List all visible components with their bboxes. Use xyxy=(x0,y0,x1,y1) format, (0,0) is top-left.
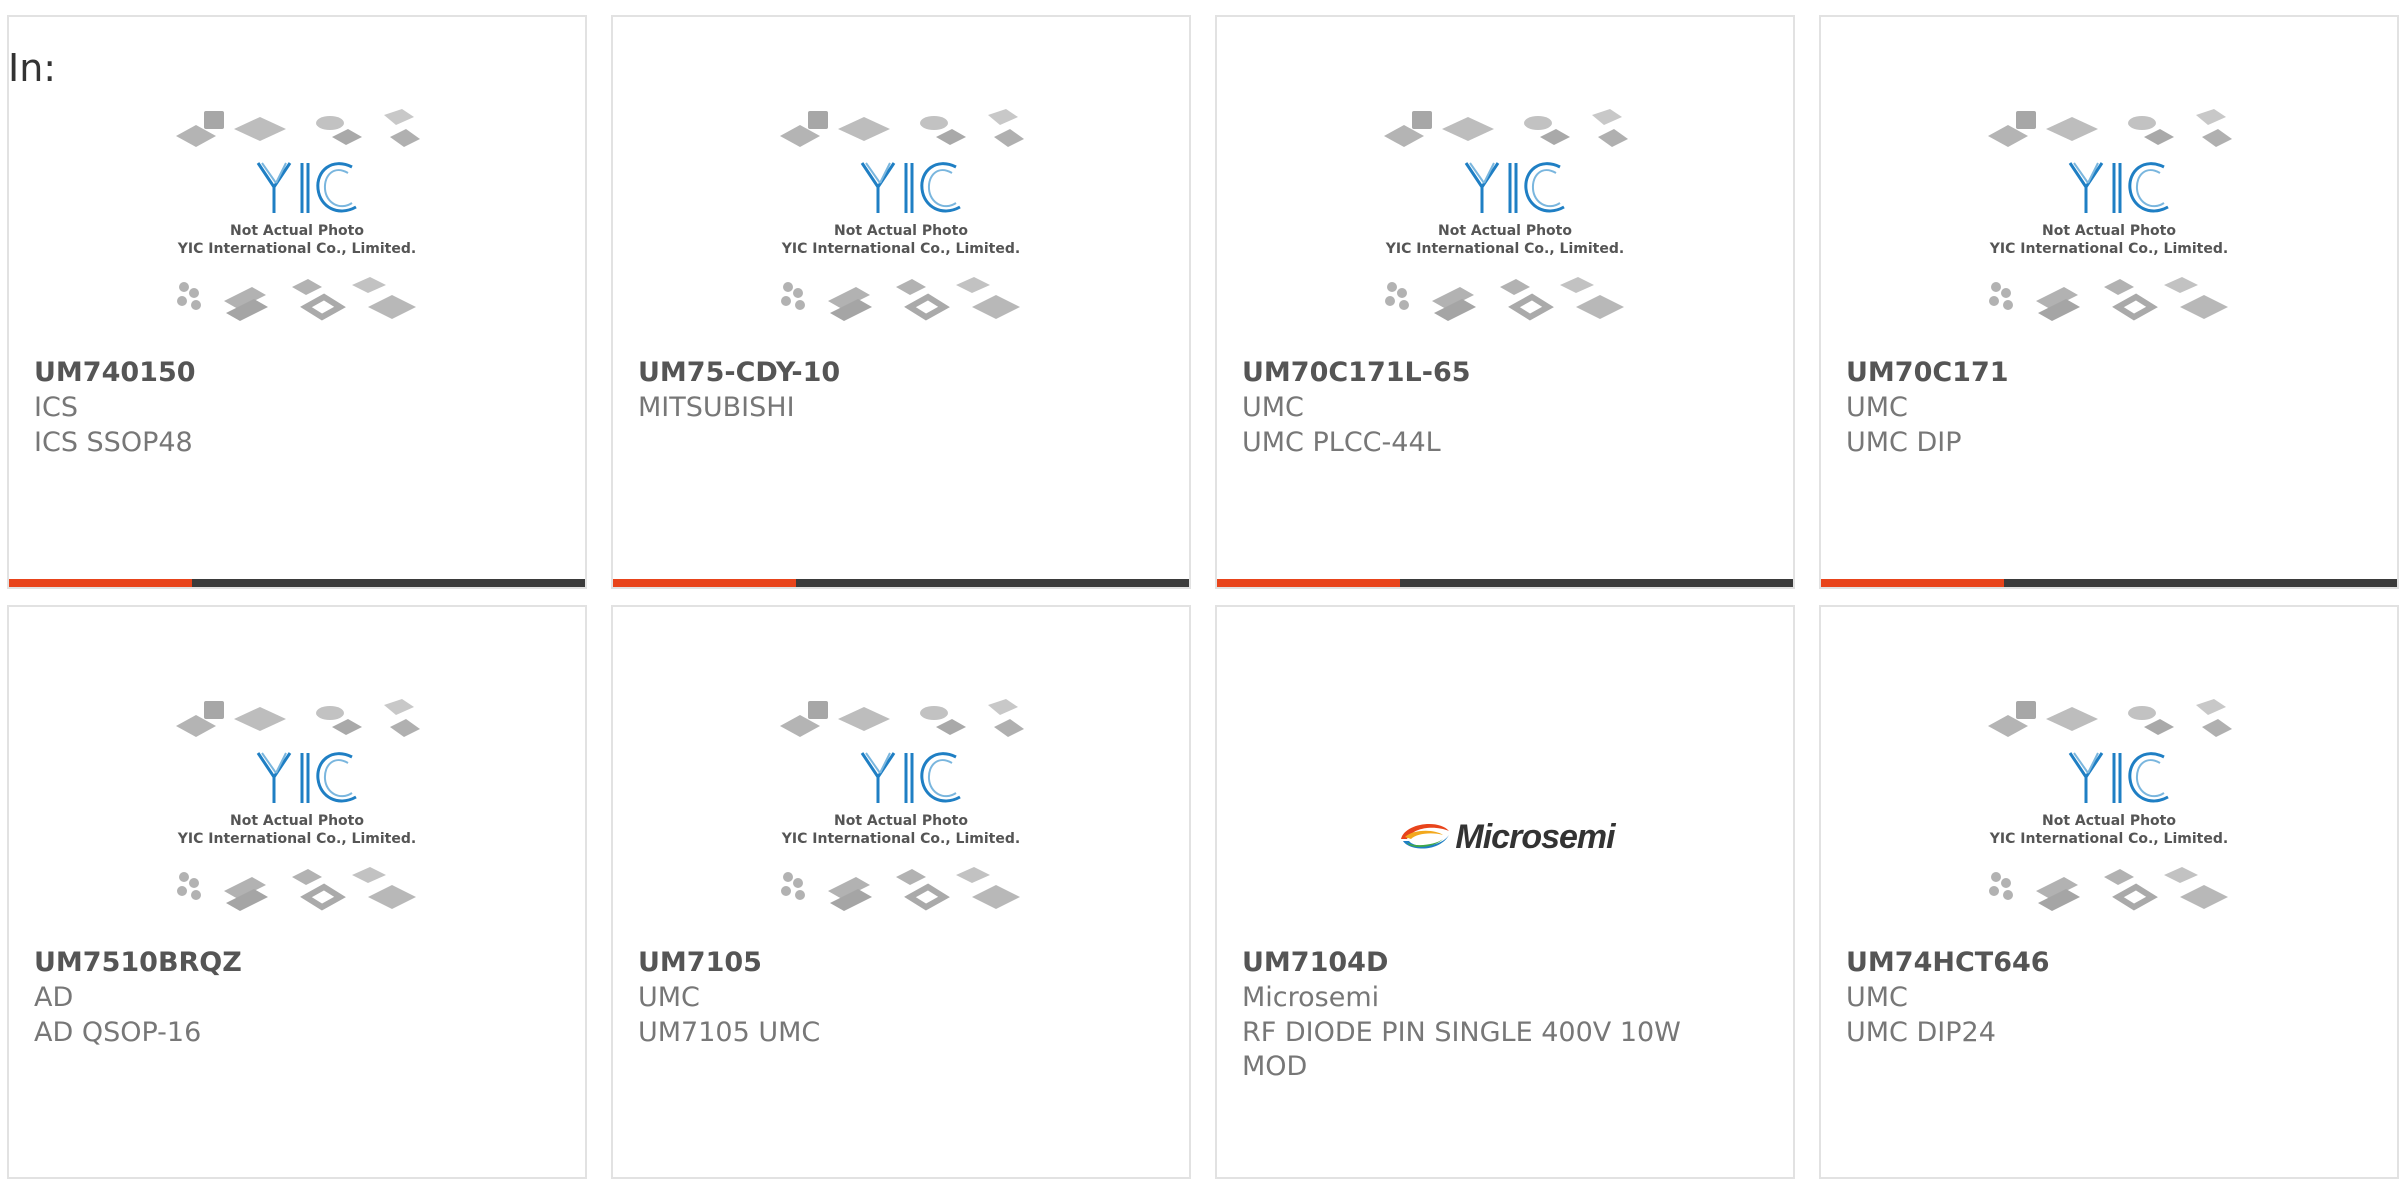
part-number[interactable]: UM7510BRQZ xyxy=(34,947,242,978)
manufacturer: ICS xyxy=(34,392,78,423)
product-card[interactable]: Microsemi UM7104D Microsemi RF DIODE PIN… xyxy=(1215,605,1795,1179)
description: AD QSOP-16 xyxy=(34,1017,202,1048)
part-number[interactable]: UM7104D xyxy=(1242,947,1388,978)
placeholder-caption: Not Actual Photo xyxy=(2042,223,2176,239)
card-bar xyxy=(9,579,585,587)
yic-placeholder-icon: Not Actual Photo YIC International Co., … xyxy=(176,109,420,321)
microsemi-logo-text: Microsemi xyxy=(1455,817,1615,856)
product-photo[interactable]: Not Actual Photo YIC International Co., … xyxy=(1217,101,1793,361)
manufacturer: UMC xyxy=(638,982,700,1013)
product-card[interactable]: Not Actual Photo YIC International Co., … xyxy=(1819,15,2399,589)
product-card[interactable]: Not Actual Photo YIC International Co., … xyxy=(7,15,587,589)
card-bar-accent xyxy=(613,579,796,587)
manufacturer: UMC xyxy=(1846,982,1908,1013)
card-bar xyxy=(613,579,1189,587)
product-photo[interactable]: Not Actual Photo YIC International Co., … xyxy=(613,101,1189,361)
placeholder-company: YIC International Co., Limited. xyxy=(177,831,416,847)
manufacturer: Microsemi xyxy=(1242,982,1380,1013)
manufacturer: AD xyxy=(34,982,74,1013)
description: UMC DIP xyxy=(1846,427,1962,458)
description: UM7105 UMC xyxy=(638,1017,821,1048)
product-photo[interactable]: Not Actual Photo YIC International Co., … xyxy=(9,691,585,951)
card-bar xyxy=(1217,579,1793,587)
placeholder-company: YIC International Co., Limited. xyxy=(1989,241,2228,257)
placeholder-company: YIC International Co., Limited. xyxy=(177,241,416,257)
yic-placeholder-icon: Not Actual Photo YIC International Co., … xyxy=(1988,699,2232,911)
card-bar-accent xyxy=(9,579,192,587)
placeholder-caption: Not Actual Photo xyxy=(230,813,364,829)
in-label: In: xyxy=(8,46,57,90)
microsemi-logo-icon xyxy=(1401,824,1450,849)
placeholder-company: YIC International Co., Limited. xyxy=(1989,831,2228,847)
product-card[interactable]: Not Actual Photo YIC International Co., … xyxy=(1819,605,2399,1179)
yic-placeholder-icon: Not Actual Photo YIC International Co., … xyxy=(176,699,420,911)
part-number[interactable]: UM740150 xyxy=(34,357,196,388)
product-card[interactable]: Not Actual Photo YIC International Co., … xyxy=(1215,15,1795,589)
product-photo[interactable]: Not Actual Photo YIC International Co., … xyxy=(1821,101,2397,361)
product-card[interactable]: Not Actual Photo YIC International Co., … xyxy=(7,605,587,1179)
placeholder-caption: Not Actual Photo xyxy=(1438,223,1572,239)
card-bar-accent xyxy=(1217,579,1400,587)
yic-placeholder-icon: Not Actual Photo YIC International Co., … xyxy=(1384,109,1628,321)
placeholder-company: YIC International Co., Limited. xyxy=(781,831,1020,847)
yic-placeholder-icon: Not Actual Photo YIC International Co., … xyxy=(780,699,1024,911)
manufacturer: UMC xyxy=(1846,392,1908,423)
part-number[interactable]: UM70C171 xyxy=(1846,357,2009,388)
part-number[interactable]: UM7105 xyxy=(638,947,762,978)
product-photo[interactable]: Not Actual Photo YIC International Co., … xyxy=(9,101,585,361)
placeholder-caption: Not Actual Photo xyxy=(230,223,364,239)
placeholder-company: YIC International Co., Limited. xyxy=(781,241,1020,257)
card-bar xyxy=(1821,579,2397,587)
product-card[interactable]: Not Actual Photo YIC International Co., … xyxy=(611,15,1191,589)
part-number[interactable]: UM75-CDY-10 xyxy=(638,357,840,388)
description: ICS SSOP48 xyxy=(34,427,193,458)
product-grid: Not Actual Photo YIC International Co., … xyxy=(0,0,2400,1179)
placeholder-caption: Not Actual Photo xyxy=(834,813,968,829)
product-card[interactable]: Not Actual Photo YIC International Co., … xyxy=(611,605,1191,1179)
yic-placeholder-icon: Not Actual Photo YIC International Co., … xyxy=(1988,109,2232,321)
card-bar-accent xyxy=(1821,579,2004,587)
placeholder-caption: Not Actual Photo xyxy=(834,223,968,239)
manufacturer: UMC xyxy=(1242,392,1304,423)
product-photo[interactable]: Not Actual Photo YIC International Co., … xyxy=(613,691,1189,951)
description: UMC PLCC-44L xyxy=(1242,427,1441,458)
placeholder-company: YIC International Co., Limited. xyxy=(1385,241,1624,257)
yic-placeholder-icon: Not Actual Photo YIC International Co., … xyxy=(780,109,1024,321)
manufacturer-logo[interactable]: Microsemi xyxy=(1217,737,1793,937)
description: UMC DIP24 xyxy=(1846,1017,1996,1048)
manufacturer: MITSUBISHI xyxy=(638,392,795,423)
part-number[interactable]: UM74HCT646 xyxy=(1846,947,2050,978)
description: RF DIODE PIN SINGLE 400V 10W MOD xyxy=(1242,1017,1681,1082)
part-number[interactable]: UM70C171L-65 xyxy=(1242,357,1471,388)
placeholder-caption: Not Actual Photo xyxy=(2042,813,2176,829)
product-photo[interactable]: Not Actual Photo YIC International Co., … xyxy=(1821,691,2397,951)
